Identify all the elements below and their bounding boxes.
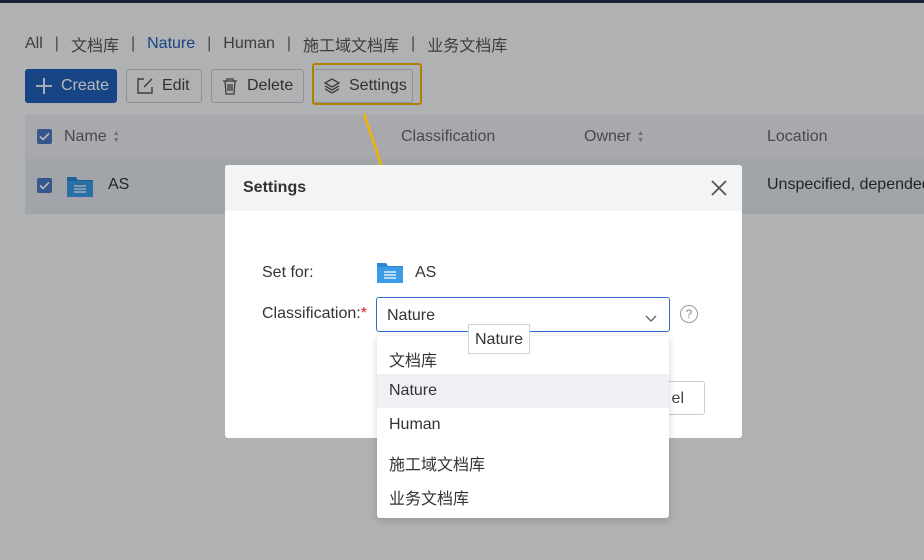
close-icon[interactable] (710, 179, 728, 197)
help-icon[interactable]: ? (680, 305, 698, 323)
chevron-down-icon (645, 310, 657, 328)
required-mark: * (360, 305, 367, 322)
cancel-label-fragment: el (671, 390, 684, 407)
classification-dropdown: 文档库 Nature Human 施工域文档库 业务文档库 (377, 336, 669, 518)
library-icon (376, 260, 404, 289)
dialog-header: Settings (225, 165, 742, 211)
tooltip: Nature (468, 324, 531, 354)
dropdown-option[interactable]: 业务文档库 (377, 477, 669, 511)
classification-select-value: Nature (387, 307, 436, 324)
classification-label: Classification:* (262, 305, 367, 323)
dialog-title: Settings (243, 179, 307, 196)
set-for-label: Set for: (262, 264, 314, 281)
set-for-value: AS (415, 264, 437, 281)
dropdown-option[interactable]: Nature (377, 374, 669, 408)
classification-label-text: Classification: (262, 305, 361, 322)
dropdown-option[interactable]: 施工域文档库 (377, 443, 669, 477)
dropdown-option[interactable]: Human (377, 408, 669, 442)
